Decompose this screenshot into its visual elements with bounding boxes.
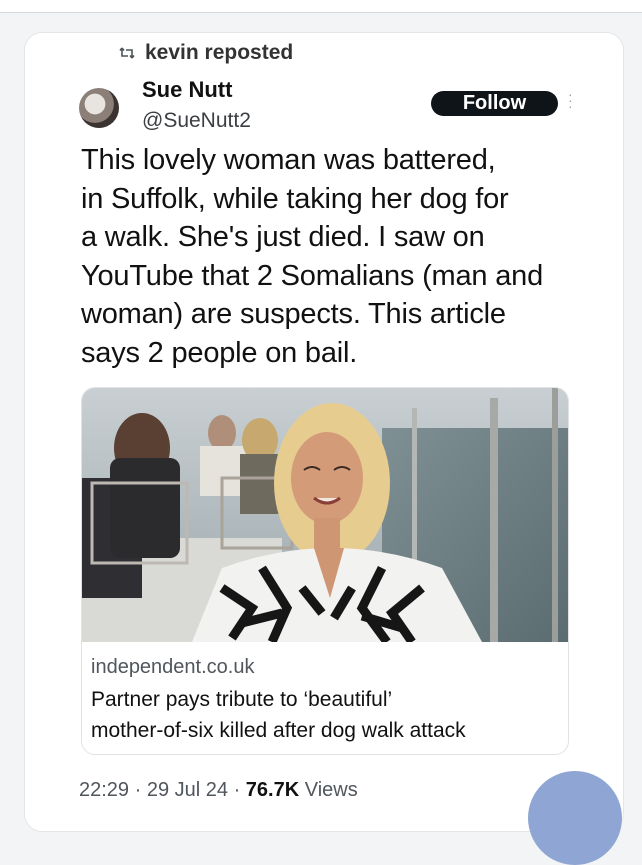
views-count: 76.7K: [245, 779, 300, 801]
tweet-line: in Suffolk, while taking her dog for: [81, 182, 509, 215]
tweet-line: a walk. She's just died. I saw on: [81, 221, 485, 253]
views-label: Views: [299, 779, 358, 801]
tweet-text: This lovely woman was battered, in Suffo…: [81, 141, 581, 372]
avatar[interactable]: [79, 88, 119, 128]
meta-separator: ·: [129, 779, 147, 801]
author-handle[interactable]: @SueNutt2: [142, 109, 251, 133]
headline-line: Partner pays tribute to ‘beautiful’: [91, 688, 393, 711]
top-bar: [0, 0, 642, 13]
article-photo: [82, 388, 568, 642]
tweet-line: says 2 people on bail.: [81, 336, 358, 369]
repost-icon: [119, 47, 135, 59]
author-name[interactable]: Sue Nutt: [142, 77, 232, 103]
tweet-line: YouTube that 2 Somalians (man and: [81, 259, 544, 292]
repost-label: kevin reposted: [145, 41, 294, 64]
tweet-card[interactable]: kevin reposted Sue Nutt @SueNutt2 Follow…: [24, 32, 624, 832]
link-domain[interactable]: independent.co.uk: [91, 656, 254, 679]
link-preview-card[interactable]: independent.co.uk Partner pays tribute t…: [81, 387, 569, 755]
more-options-icon[interactable]: · · ·: [568, 87, 574, 113]
link-headline[interactable]: Partner pays tribute to ‘beautiful’ moth…: [91, 684, 561, 746]
tweet-time[interactable]: 22:29: [79, 779, 129, 801]
repost-context: kevin reposted: [119, 41, 293, 65]
floating-action-button[interactable]: [528, 771, 622, 865]
follow-button[interactable]: Follow: [431, 91, 558, 116]
headline-line: mother-of-six killed after dog walk atta…: [91, 719, 466, 742]
tweet-line: woman) are suspects. This article: [81, 298, 506, 330]
tweet-date[interactable]: 29 Jul 24: [147, 779, 228, 801]
meta-separator: ·: [228, 779, 246, 801]
tweet-line: This lovely woman was battered,: [81, 144, 496, 176]
